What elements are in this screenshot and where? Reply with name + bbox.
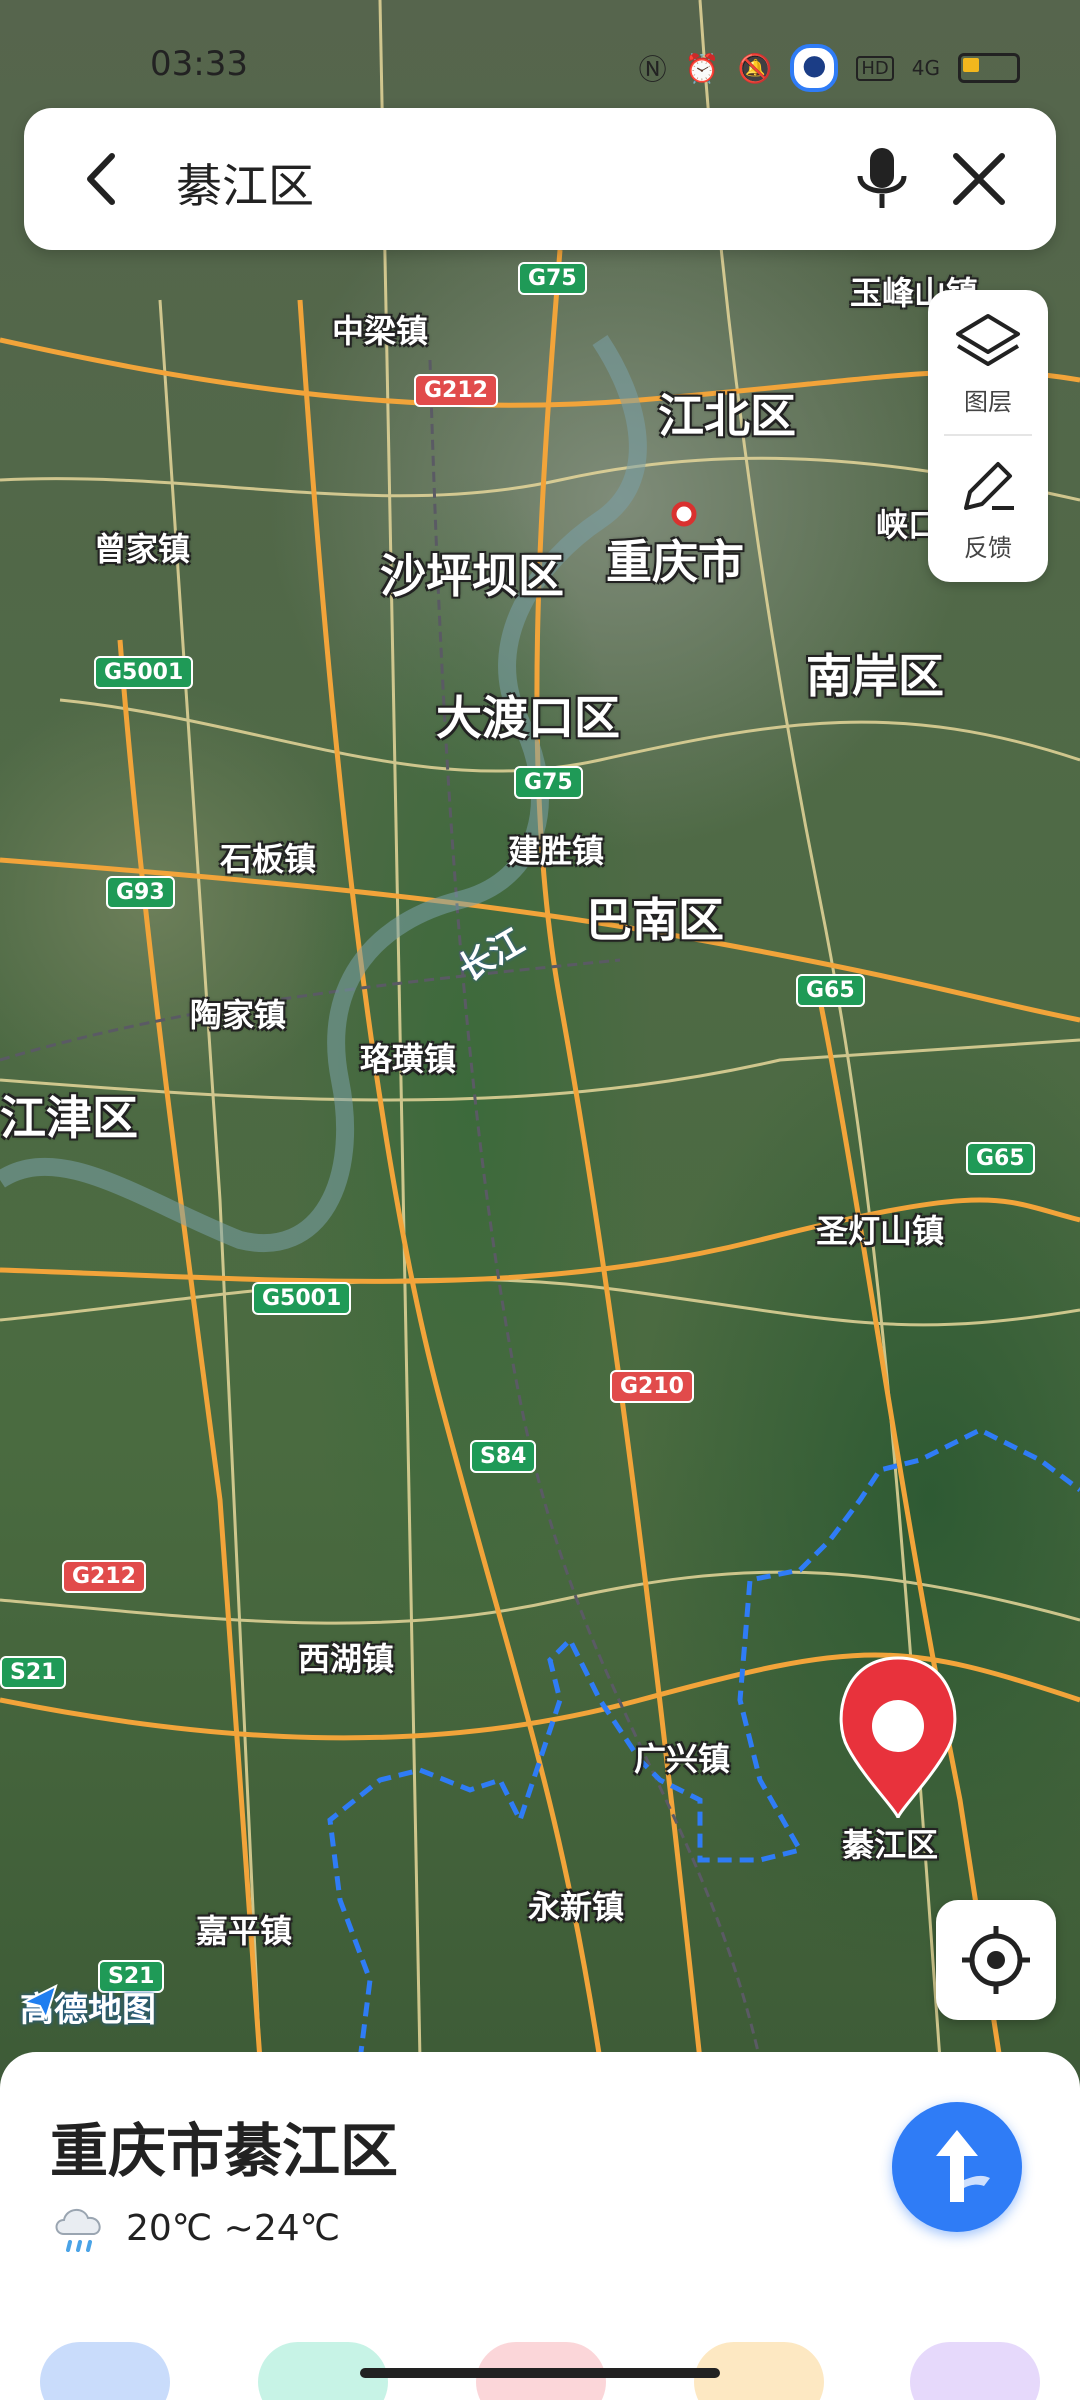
- mute-icon: 🔕: [737, 51, 773, 85]
- action-chip[interactable]: [910, 2342, 1040, 2400]
- map-label-town[interactable]: 建胜镇: [508, 826, 604, 872]
- road-shield: G75: [514, 766, 583, 799]
- road-shield: G65: [966, 1142, 1035, 1175]
- location-pin-icon: [839, 1656, 957, 1819]
- map-label-jiangjin[interactable]: 江津区: [0, 1082, 138, 1148]
- status-time: 03:33: [150, 44, 248, 84]
- map-label-town[interactable]: 曾家镇: [94, 524, 190, 570]
- city-marker-icon: [671, 501, 697, 527]
- map-label-town[interactable]: 广兴镇: [634, 1734, 730, 1780]
- map-label-town[interactable]: 中梁镇: [332, 306, 428, 352]
- road-shield: S21: [0, 1656, 67, 1689]
- road-shield: S84: [470, 1440, 537, 1473]
- action-chip[interactable]: [40, 2342, 170, 2400]
- map-label-town[interactable]: 珞璜镇: [360, 1034, 456, 1080]
- map-label-banan[interactable]: 巴南区: [586, 884, 724, 950]
- hd-icon: HD: [856, 55, 894, 81]
- map-label-town[interactable]: 圣灯山镇: [816, 1206, 944, 1252]
- map-view[interactable]: 江北区 沙坪坝区 重庆市 南岸区 大渡口区 巴南区 江津区 中梁镇 玉峰山镇 曾…: [0, 0, 1080, 2060]
- amap-logo-icon: [21, 1984, 58, 2021]
- road-shield: G65: [796, 974, 865, 1007]
- road-shield: G93: [106, 876, 175, 909]
- map-label-town[interactable]: 石板镇: [220, 834, 316, 880]
- edit-pencil-icon: [964, 462, 1014, 510]
- navigation-arrow-icon: [936, 2130, 990, 2202]
- action-chips-row: [0, 2320, 1080, 2400]
- amap-logo: 高德地图: [20, 1982, 156, 2031]
- microphone-icon[interactable]: [844, 140, 920, 216]
- map-label-shapingba[interactable]: 沙坪坝区: [380, 540, 564, 606]
- layers-label: 图层: [964, 388, 1012, 416]
- weather-temperature: 20℃ ~24℃: [126, 2207, 341, 2249]
- signal-4g-icon: 4G: [911, 56, 940, 80]
- search-input[interactable]: 綦江区: [176, 150, 314, 216]
- home-indicator[interactable]: [360, 2368, 720, 2378]
- layers-button[interactable]: 图层: [928, 290, 1048, 430]
- road-shield: G212: [62, 1560, 146, 1593]
- rain-cloud-icon: [55, 2209, 101, 2252]
- map-label-chongqing[interactable]: 重庆市: [606, 526, 744, 592]
- alarm-icon: ⏰: [684, 51, 720, 85]
- crosshair-icon: [962, 1926, 1030, 1994]
- place-title: 重庆市綦江区: [50, 2117, 399, 2185]
- map-label-town[interactable]: 陶家镇: [190, 990, 286, 1036]
- map-label-nanan[interactable]: 南岸区: [806, 640, 944, 706]
- locate-me-button[interactable]: [936, 1900, 1056, 2020]
- status-icons: Ⓝ ⏰ 🔕 ● HD 4G: [639, 44, 1020, 92]
- road-shield: G75: [518, 262, 587, 295]
- weather-info: 20℃ ~24℃: [50, 2200, 340, 2256]
- nfc-icon: Ⓝ: [638, 53, 667, 86]
- feedback-label: 反馈: [964, 534, 1012, 562]
- map-side-panel: 图层 反馈: [928, 290, 1048, 582]
- map-label-town[interactable]: 嘉平镇: [196, 1906, 292, 1952]
- battery-icon: [958, 53, 1020, 83]
- pin-label[interactable]: 綦江区: [842, 1820, 938, 1866]
- map-label-jiangbei[interactable]: 江北区: [658, 380, 796, 446]
- close-icon[interactable]: [944, 144, 1014, 214]
- road-shield: G5001: [252, 1282, 352, 1315]
- layers-icon: [956, 314, 1020, 366]
- road-shield: G5001: [94, 656, 194, 689]
- back-arrow-icon[interactable]: [68, 144, 138, 214]
- map-label-town[interactable]: 西湖镇: [298, 1634, 394, 1680]
- road-shield: G212: [414, 374, 498, 407]
- location-icon: ●: [790, 44, 839, 92]
- navigate-button[interactable]: [892, 2102, 1022, 2232]
- search-bar[interactable]: 綦江区: [24, 108, 1056, 250]
- map-label-dadukou[interactable]: 大渡口区: [436, 682, 620, 748]
- feedback-button[interactable]: 反馈: [928, 436, 1048, 576]
- road-shield: G210: [610, 1370, 694, 1403]
- map-label-town[interactable]: 永新镇: [528, 1882, 624, 1928]
- place-info-sheet[interactable]: 重庆市綦江区 20℃ ~24℃: [0, 2052, 1080, 2400]
